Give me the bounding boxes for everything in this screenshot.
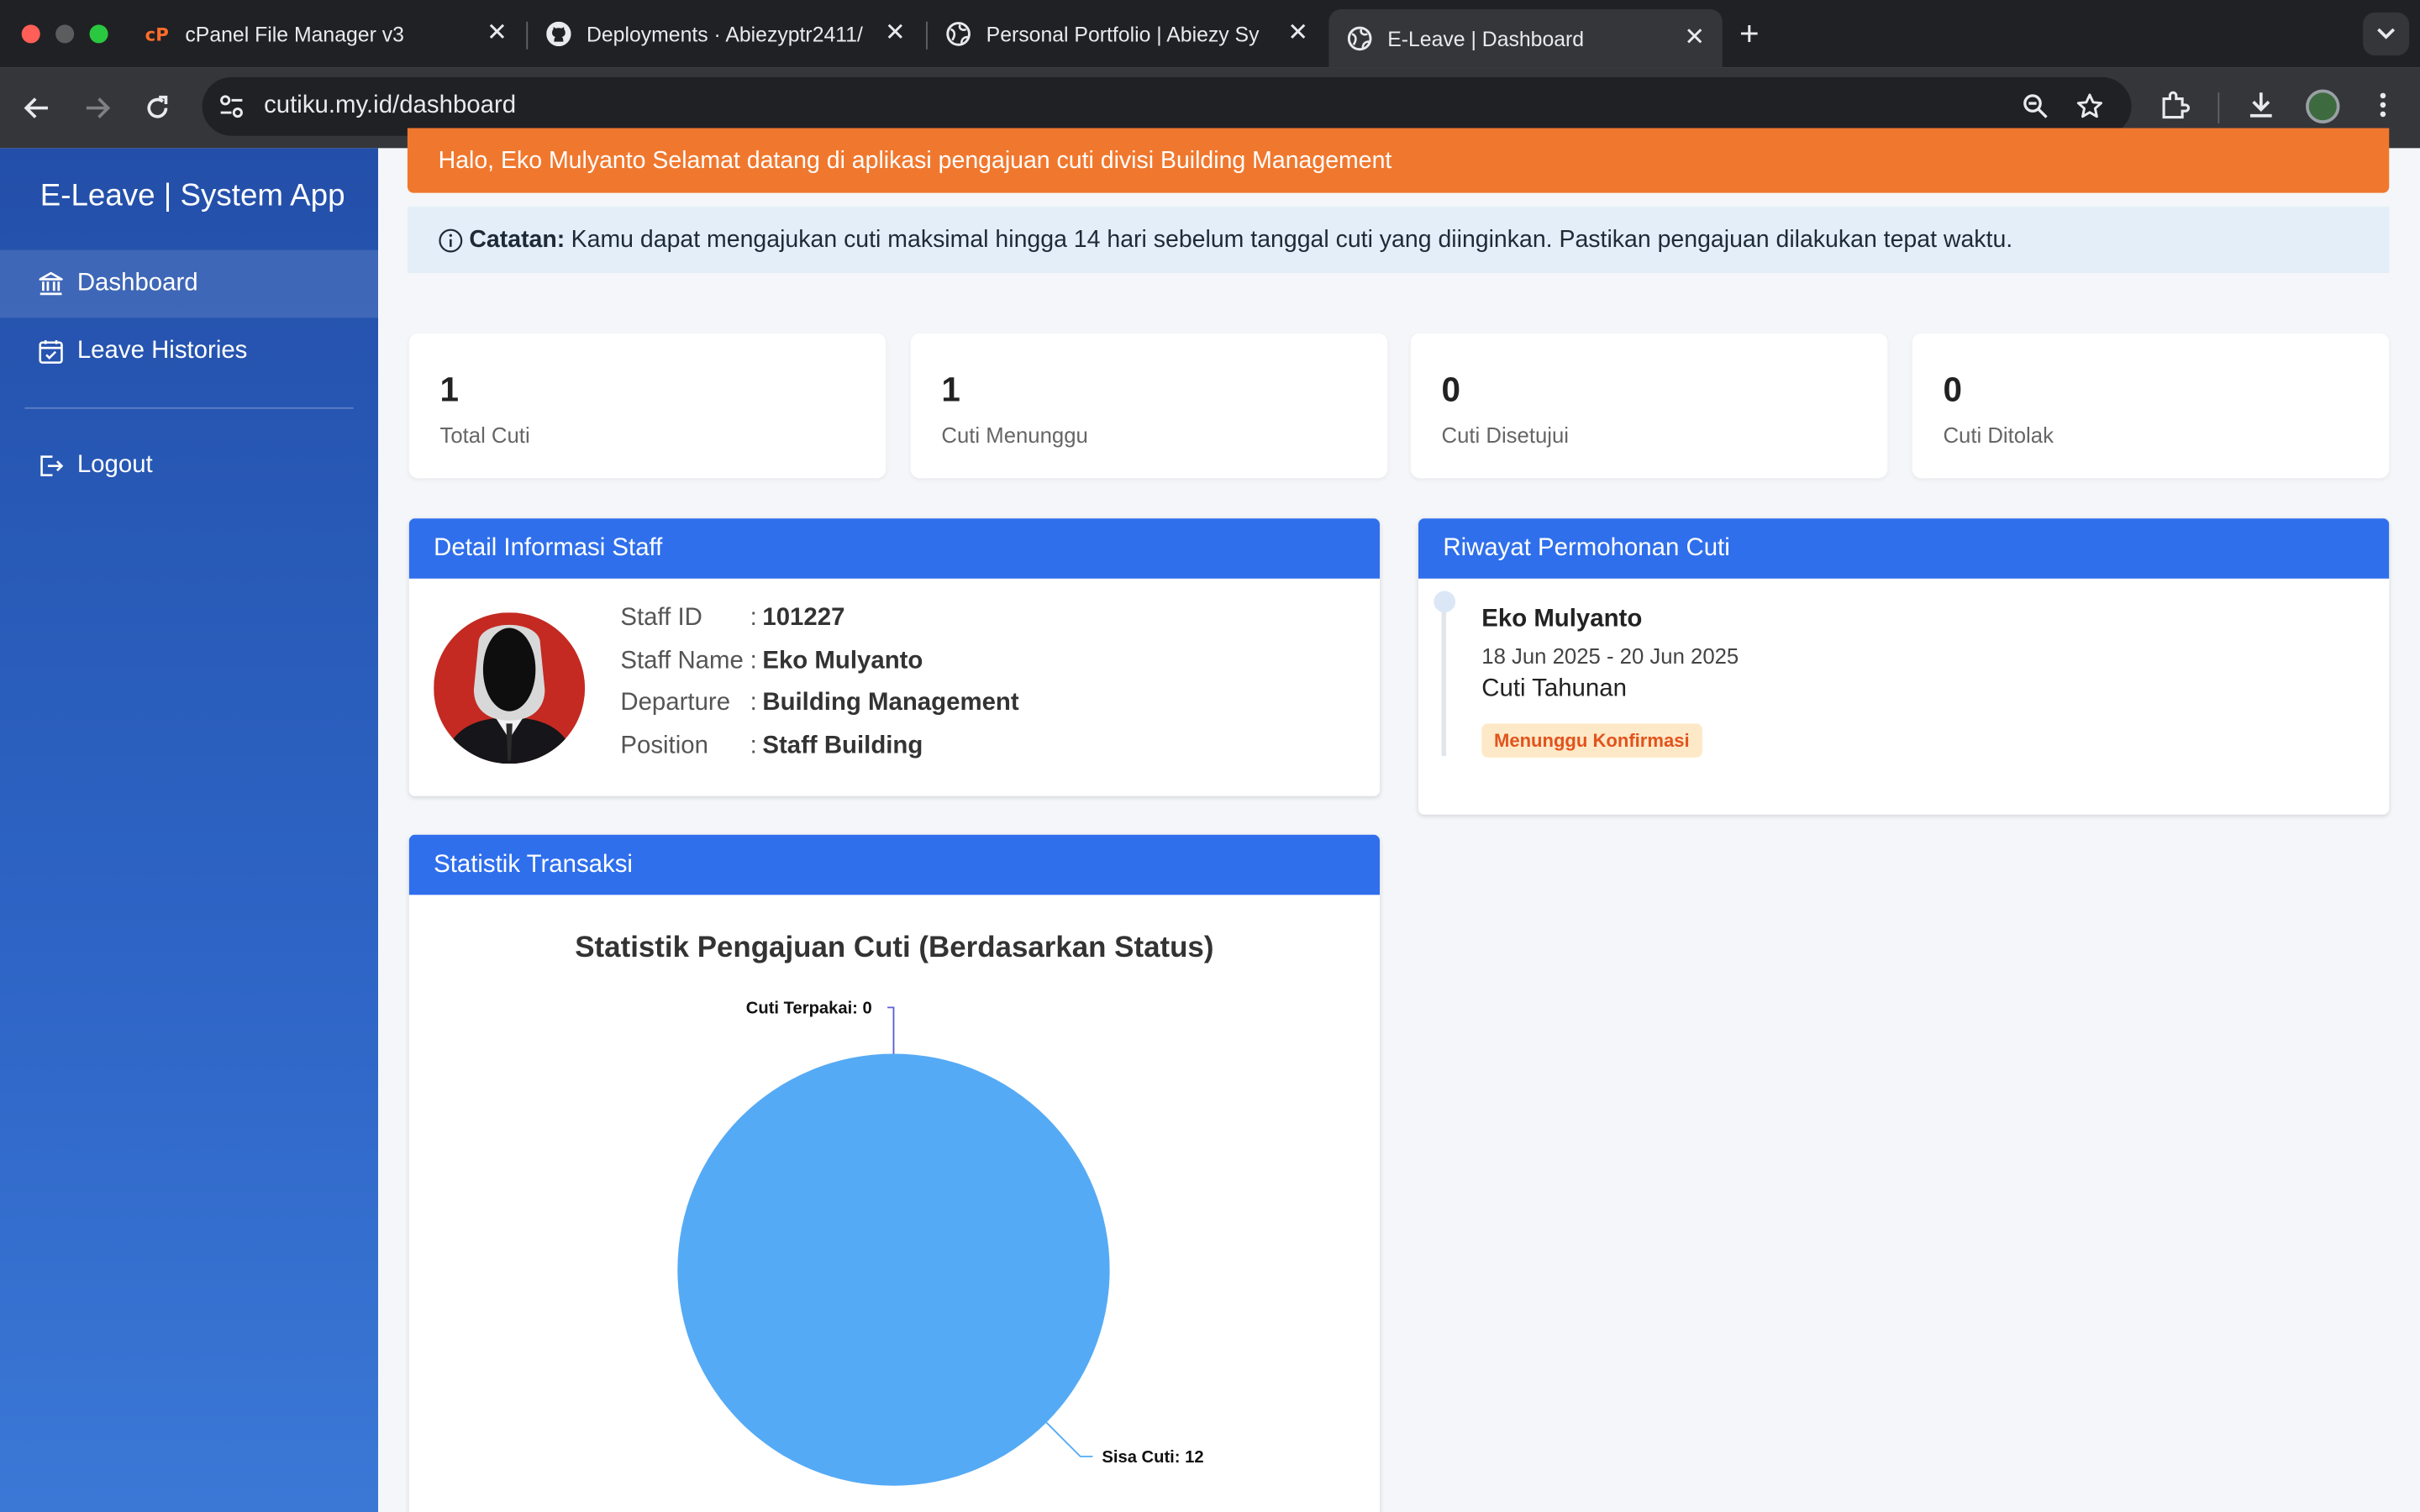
stat-value: 1	[439, 370, 459, 409]
pie-chart: Cuti Terpakai: 0 Sisa Cuti: 12	[677, 1000, 1204, 1486]
note-alert: Catatan: Kamu dapat mengajukan cuti maks…	[407, 207, 2390, 274]
field-label: Departure	[620, 690, 731, 717]
field-value: Staff Building	[762, 732, 923, 759]
close-tab-icon[interactable]: ✕	[485, 21, 509, 46]
extensions-puzzle-icon[interactable]	[2160, 90, 2191, 121]
browser-menu-icon[interactable]	[2368, 90, 2399, 121]
profile-avatar[interactable]	[2306, 89, 2340, 123]
stat-value: 1	[941, 370, 960, 409]
stat-value: 0	[1441, 370, 1461, 409]
tab-title: cPanel File Manager v3	[185, 22, 404, 46]
browser-tab-github[interactable]: Deployments · Abiezyptr2411/ ✕	[528, 9, 923, 59]
download-icon[interactable]	[2245, 90, 2276, 121]
staff-detail-card: Detail Informasi Staff Staff ID : 101227…	[408, 518, 1381, 796]
stat-card-total: 1 Total Cuti	[408, 333, 886, 479]
browser-tab-eleave[interactable]: E-Leave | Dashboard ✕	[1328, 9, 1723, 68]
browser-tab-cpanel[interactable]: cP cPanel File Manager v3 ✕	[127, 9, 525, 59]
card-header: Detail Informasi Staff	[408, 518, 1381, 579]
field-label: Staff ID	[620, 605, 702, 632]
field-value: Building Management	[762, 690, 1019, 717]
stat-label: Cuti Ditolak	[1943, 423, 2054, 448]
stat-card-rejected: 0 Cuti Ditolak	[1912, 333, 2390, 479]
staff-info: Staff ID : 101227 Staff Name : Eko Mulya…	[620, 605, 1018, 774]
minimize-window-button[interactable]	[55, 24, 75, 44]
card-header: Riwayat Permohonan Cuti	[1418, 518, 2390, 579]
staff-row-id: Staff ID : 101227	[620, 605, 1018, 648]
pie-data-label: Cuti Terpakai: 0	[746, 1000, 872, 1018]
info-circle-icon	[439, 228, 463, 252]
globe-icon	[946, 22, 971, 46]
url-text: cutiku.my.id/dashboard	[264, 92, 517, 119]
reload-icon[interactable]	[139, 90, 176, 127]
close-tab-icon[interactable]: ✕	[1286, 21, 1310, 46]
status-badge: Menunggu Konfirmasi	[1481, 723, 1702, 758]
history-dates: 18 Jun 2025 - 20 Jun 2025	[1481, 643, 1739, 669]
sidebar-item-label: Dashboard	[76, 270, 198, 297]
app-brand[interactable]: E-Leave | System App	[40, 179, 345, 214]
close-window-button[interactable]	[21, 24, 40, 44]
sidebar-item-logout[interactable]: Logout	[0, 432, 378, 500]
card-header: Statistik Transaksi	[408, 834, 1381, 895]
calendar-check-icon	[37, 338, 65, 365]
maximize-window-button[interactable]	[89, 24, 108, 44]
sidebar-item-dashboard[interactable]: Dashboard	[0, 249, 378, 318]
staff-row-position: Position : Staff Building	[620, 732, 1018, 775]
stat-value: 0	[1943, 370, 1962, 409]
field-label: Staff Name	[620, 647, 744, 674]
stat-card-approved: 0 Cuti Disetujui	[1410, 333, 1888, 479]
tab-title: Deployments · Abiezyptr2411/	[586, 22, 863, 46]
browser-tab-bar: cP cPanel File Manager v3 ✕ Deployments …	[0, 0, 2420, 68]
note-text: Kamu dapat mengajukan cuti maksimal hing…	[571, 226, 2013, 253]
github-icon	[546, 21, 571, 47]
statistics-card: Statistik Transaksi Statistik Pengajuan …	[408, 834, 1381, 1512]
logout-icon	[37, 452, 65, 480]
pie-data-label: Sisa Cuti: 12	[1102, 1448, 1203, 1467]
tab-title: E-Leave | Dashboard	[1387, 27, 1585, 50]
history-leave-type: Cuti Tahunan	[1481, 675, 1627, 702]
timeline-line	[1441, 598, 1447, 756]
new-tab-icon[interactable]: +	[1739, 16, 1760, 50]
cpanel-icon: cP	[145, 22, 170, 46]
welcome-alert: Halo, Eko Mulyanto Selamat datang di apl…	[407, 128, 2390, 193]
staff-avatar	[434, 612, 586, 764]
globe-icon	[1347, 26, 1372, 51]
forward-arrow-icon[interactable]	[79, 90, 116, 127]
close-tab-icon[interactable]: ✕	[883, 21, 908, 46]
note-label: Catatan:	[469, 226, 566, 253]
staff-row-department: Departure : Building Management	[620, 690, 1018, 732]
tab-search-chevron-icon[interactable]	[2363, 12, 2410, 56]
tab-title: Personal Portfolio | Abiezy Sy	[986, 22, 1260, 46]
field-value: Eko Mulyanto	[762, 647, 923, 674]
stat-label: Cuti Menunggu	[941, 423, 1088, 448]
address-bar[interactable]: cutiku.my.id/dashboard	[202, 76, 2132, 136]
browser-tab-portfolio[interactable]: Personal Portfolio | Abiezy Sy ✕	[928, 9, 1326, 59]
staff-row-name: Staff Name : Eko Mulyanto	[620, 648, 1018, 690]
sidebar-item-leave-histories[interactable]: Leave Histories	[0, 318, 378, 386]
back-arrow-icon[interactable]	[18, 90, 55, 127]
sidebar-item-label: Logout	[76, 452, 153, 479]
stat-label: Total Cuti	[439, 423, 530, 448]
stat-card-pending: 1 Cuti Menunggu	[910, 333, 1388, 479]
sidebar: E-Leave | System App Dashboard Leave His…	[0, 148, 378, 1512]
field-value: 101227	[762, 605, 845, 632]
site-settings-icon[interactable]	[218, 92, 245, 120]
bank-icon	[37, 270, 65, 297]
history-name: Eko Mulyanto	[1481, 606, 1643, 633]
field-label: Position	[620, 732, 708, 759]
pie-callout-line	[887, 1006, 895, 1054]
stat-label: Cuti Disetujui	[1441, 423, 1570, 448]
svg-text:cP: cP	[145, 25, 169, 45]
leave-history-card: Riwayat Permohonan Cuti Eko Mulyanto 18 …	[1418, 518, 2390, 815]
pie-slice-sisa-cuti[interactable]	[677, 1053, 1110, 1486]
pie-callout-line	[1045, 1421, 1093, 1457]
sidebar-divider	[24, 407, 354, 409]
sidebar-item-label: Leave Histories	[76, 338, 248, 365]
timeline-dot	[1434, 591, 1456, 613]
zoom-icon[interactable]	[2022, 92, 2049, 120]
bookmark-star-icon[interactable]	[2075, 92, 2103, 120]
close-tab-icon[interactable]: ✕	[1682, 25, 1707, 50]
